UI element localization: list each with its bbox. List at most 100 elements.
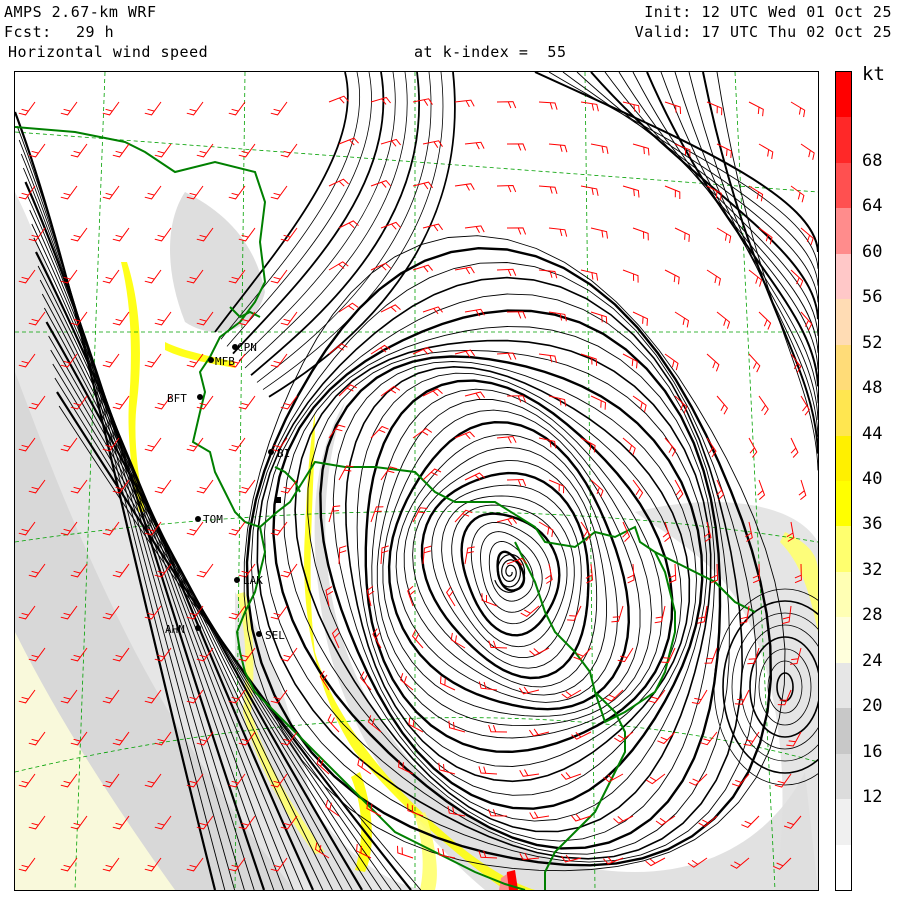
wind-barb: [580, 437, 596, 453]
station-label: CPN: [237, 341, 257, 354]
wind-barb: [800, 143, 815, 160]
streamline: [646, 72, 818, 387]
wind-barb: [674, 227, 690, 242]
wind-barb: [422, 140, 443, 148]
wind-barb: [496, 435, 517, 444]
wind-barb: [338, 302, 359, 313]
wind-barb: [488, 809, 508, 817]
wind-barb: [280, 647, 298, 662]
wind-barb: [397, 845, 414, 859]
wind-barb: [622, 353, 638, 369]
colorbar-tick-label: 40: [862, 469, 883, 489]
wind-barb: [706, 353, 720, 372]
wind-barb: [238, 479, 256, 494]
wind-barb: [408, 717, 424, 733]
wind-barb: [196, 563, 214, 578]
wind-barb: [270, 605, 288, 620]
wind-barb: [464, 391, 486, 400]
colorbar-segment: [836, 571, 851, 618]
station-cpn: CPN: [232, 341, 257, 354]
wind-barb: [144, 437, 162, 452]
wind-barb: [144, 353, 162, 368]
wind-barb: [328, 178, 349, 187]
colorbar-segment: [836, 253, 851, 300]
vertical-level: at k-index = 55: [414, 43, 567, 61]
wind-barb: [496, 268, 517, 277]
wind-barb: [228, 521, 246, 536]
station-label: BFT: [167, 392, 187, 405]
wind-barb: [60, 185, 78, 200]
wind-barb: [228, 437, 246, 452]
colorbar-segment: [836, 162, 851, 209]
colorbar-tick-label: 16: [862, 741, 883, 762]
wind-barb: [464, 141, 485, 150]
wind-barb: [270, 269, 288, 284]
wind-barb: [338, 545, 347, 565]
wind-barb: [664, 185, 681, 199]
wind-barb: [280, 143, 298, 158]
wind-barb: [716, 311, 731, 329]
wind-barb: [412, 181, 434, 190]
wind-barb: [496, 184, 517, 193]
wind-barb: [338, 137, 359, 146]
wind-barb: [655, 815, 676, 826]
wind-barb: [270, 101, 288, 116]
wind-barb: [748, 101, 764, 117]
field-name: Horizontal wind speed: [8, 43, 209, 61]
wind-barb: [627, 563, 635, 584]
wind-barb: [412, 98, 433, 106]
wind-barb: [370, 425, 389, 439]
wind-barb: [186, 437, 204, 452]
wind-barb: [154, 143, 172, 158]
wind-barb: [790, 185, 805, 203]
wind-barb: [280, 311, 298, 326]
wind-barb: [664, 437, 677, 457]
wind-barb: [622, 269, 639, 283]
wind-barb: [338, 465, 354, 481]
wind-barb: [748, 353, 761, 373]
station-label: MFB: [215, 355, 235, 368]
streamline: [618, 72, 818, 353]
colorbar-segment: [836, 799, 851, 846]
wind-barb: [506, 395, 527, 403]
wind-barb: [506, 143, 527, 151]
colorbar-segment: [836, 299, 851, 346]
streamline: [590, 72, 818, 320]
wind-barb: [102, 185, 120, 200]
wind-barb: [590, 143, 609, 154]
forecast-label: Fcst:: [4, 23, 52, 41]
wind-barb: [144, 269, 162, 284]
wind-barb: [70, 143, 88, 158]
wind-barb: [519, 769, 540, 777]
station-bft: BFT: [167, 392, 203, 405]
wind-barb: [464, 546, 475, 565]
init-time: Init: 12 UTC Wed 01 Oct 25: [644, 3, 892, 21]
wind-barb: [380, 385, 401, 397]
wind-barb: [325, 799, 340, 817]
wind-barb: [748, 185, 764, 202]
streamline: [548, 72, 818, 269]
wind-barb: [748, 437, 758, 458]
colorbar-tick-label: 60: [862, 241, 883, 262]
colorbar-segment: [836, 344, 851, 391]
wind-barb: [790, 101, 806, 118]
station-label: BI: [277, 447, 290, 460]
wind-barb: [380, 304, 401, 313]
colorbar-tick-label: 64: [862, 196, 883, 217]
wind-barb: [790, 437, 799, 458]
wind-barb: [567, 605, 582, 621]
wind-barb: [496, 101, 517, 109]
colorbar: [835, 71, 852, 891]
wind-barb: [186, 521, 204, 536]
station-label: TOM: [203, 513, 223, 526]
wind-barb: [538, 185, 558, 195]
wind-barb: [102, 101, 120, 116]
wind-barb: [518, 686, 540, 695]
station-unlabeled: [275, 497, 281, 503]
wind-barb: [400, 673, 414, 691]
wind-barb: [758, 395, 769, 416]
wind-barb: [529, 811, 550, 820]
wind-barb: [478, 766, 498, 775]
wind-barb: [506, 311, 527, 319]
wind-barb: [328, 505, 341, 523]
